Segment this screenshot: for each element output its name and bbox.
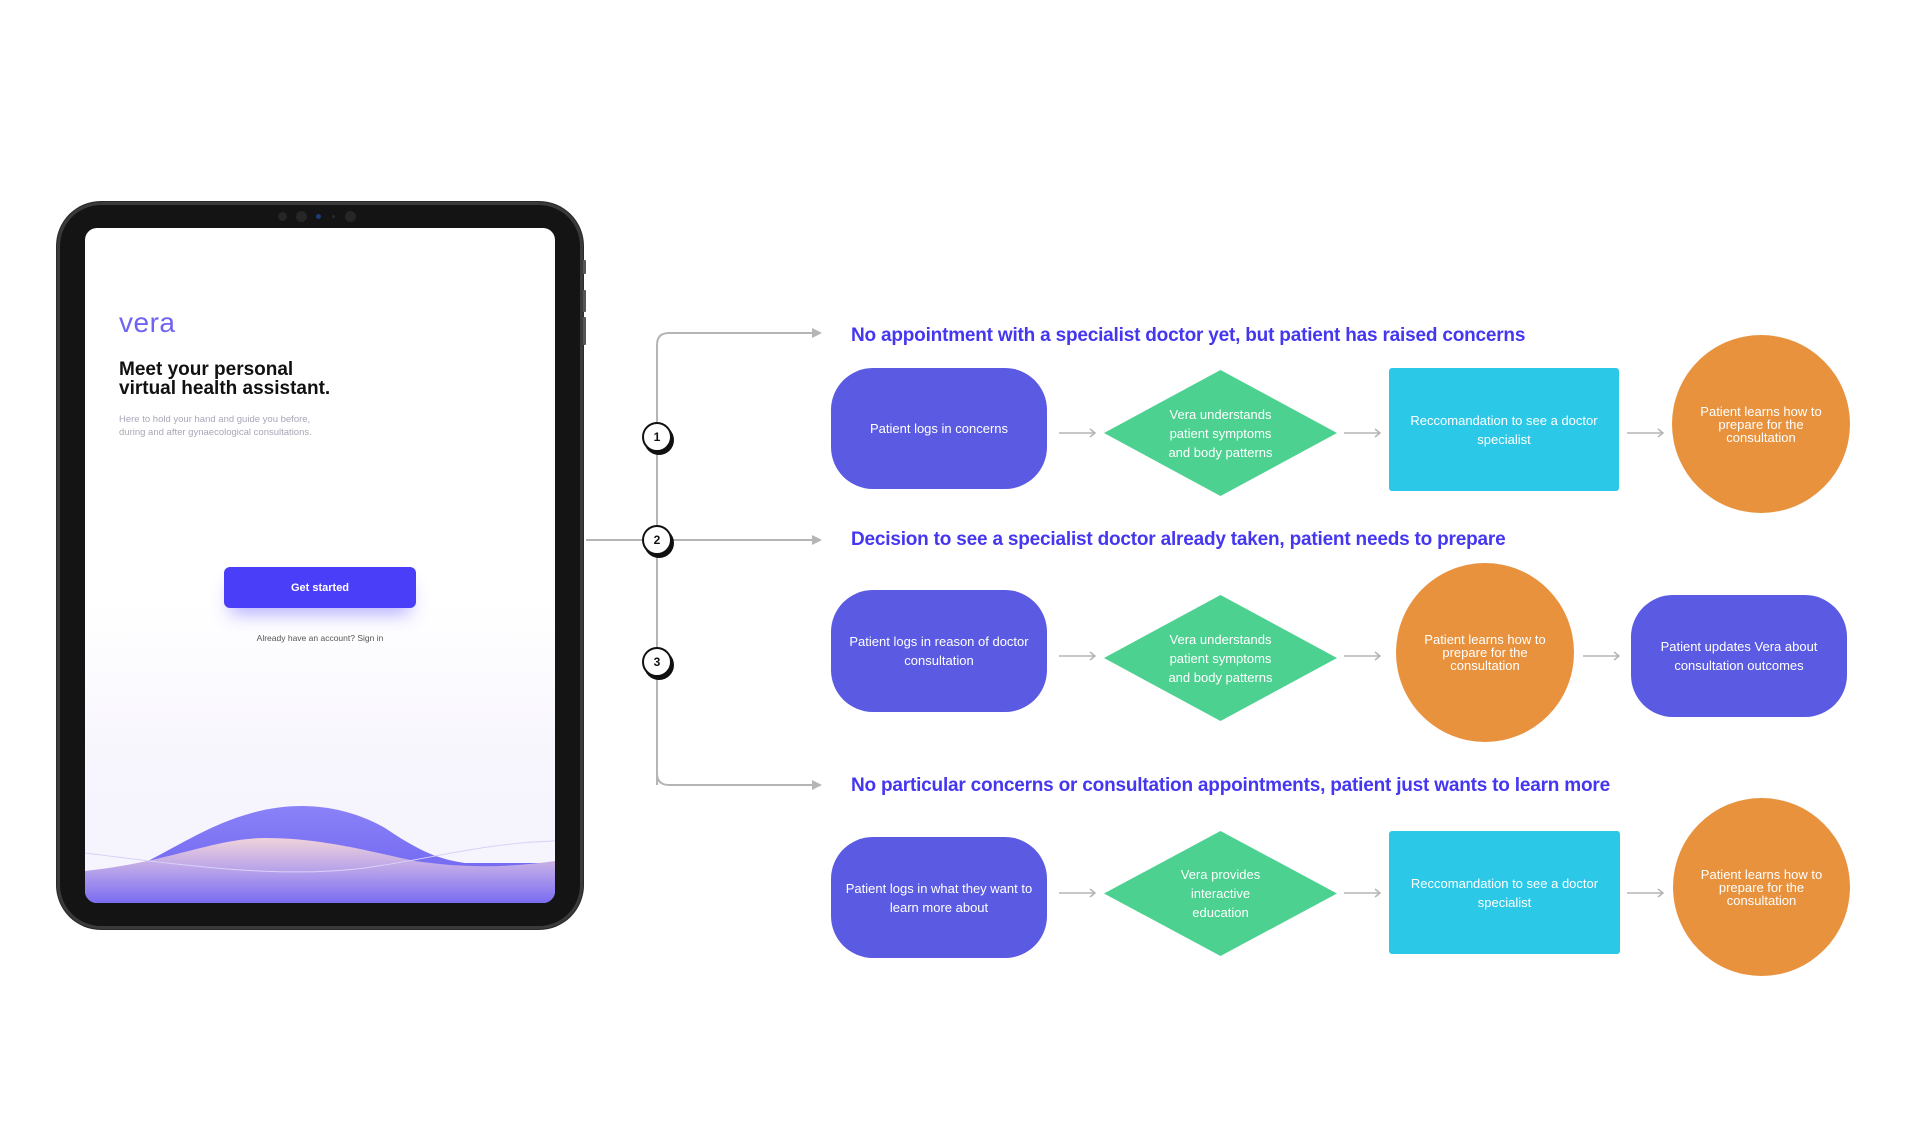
tablet-side-button [583, 290, 586, 312]
vera-logo: vera [119, 307, 176, 338]
flow-badge-2: 2 [642, 525, 672, 555]
headline-line: virtual health assistant. [119, 378, 331, 399]
tablet-side-button [583, 260, 586, 274]
arrow-right-icon [1627, 888, 1665, 898]
headline-line: Meet your personal [119, 359, 294, 380]
arrowhead-icon [812, 328, 822, 338]
flow-badge-3: 3 [642, 647, 672, 677]
branch-line-3 [656, 540, 812, 786]
flow-title-1: No appointment with a specialist doctor … [851, 325, 1526, 346]
camera-icon [345, 211, 356, 222]
subtext-line: Here to hold your hand and guide you bef… [119, 414, 311, 425]
decorative-wave [85, 806, 555, 903]
arrowhead-icon [812, 780, 822, 790]
arrow-right-icon [1627, 428, 1665, 438]
flow-title-3: No particular concerns or consultation a… [851, 775, 1610, 796]
flow-title-2: Decision to see a specialist doctor alre… [851, 529, 1506, 550]
tablet-side-button [583, 317, 586, 345]
flow3-step-prepare: Patient learns how to prepare for the co… [1673, 798, 1850, 976]
camera-icon [278, 212, 287, 221]
get-started-button[interactable]: Get started [224, 567, 416, 608]
arrowhead-icon [812, 535, 822, 545]
arrow-right-icon [1059, 888, 1097, 898]
flow2-step-update: Patient updates Vera about consultation … [1631, 595, 1847, 717]
flow1-step-understand: Vera understands patient symptoms and bo… [1104, 370, 1337, 496]
arrow-right-icon [1344, 428, 1382, 438]
camera-sensor-icon [316, 214, 321, 219]
flow2-step-prepare: Patient learns how to prepare for the co… [1396, 563, 1574, 742]
tablet-device: vera Meet your personal virtual health a… [57, 202, 586, 929]
diamond-label: Vera provides interactive education [1180, 867, 1261, 920]
diamond-label: Vera understands patient symptoms and bo… [1168, 406, 1273, 460]
flow2-step-understand: Vera understands patient symptoms and bo… [1104, 595, 1337, 721]
welcome-subtext: Here to hold your hand and guide you bef… [119, 413, 379, 439]
welcome-headline: Meet your personal virtual health assist… [119, 360, 330, 398]
arrow-right-icon [1344, 888, 1382, 898]
flow-badge-1: 1 [642, 422, 672, 452]
branch-line-1 [656, 332, 812, 785]
flow3-step-education: Vera provides interactive education [1104, 831, 1337, 956]
flow3-step-recommendation: Reccomandation to see a doctor specialis… [1389, 831, 1620, 954]
arrow-right-icon [1059, 651, 1097, 661]
subtext-line: during and after gynaecological consulta… [119, 427, 312, 438]
diamond-label: Vera understands patient symptoms and bo… [1168, 631, 1273, 685]
sign-in-link[interactable]: Already have an account? Sign in [85, 633, 555, 643]
flow2-step-login: Patient logs in reason of doctor consult… [831, 590, 1047, 712]
camera-icon [296, 211, 307, 222]
flow3-step-login: Patient logs in what they want to learn … [831, 837, 1047, 958]
flow1-step-recommendation: Reccomandation to see a doctor specialis… [1389, 368, 1619, 491]
arrow-right-icon [1583, 651, 1621, 661]
flow1-step-login: Patient logs in concerns [831, 368, 1047, 489]
flow1-step-prepare: Patient learns how to prepare for the co… [1672, 335, 1850, 513]
tablet-screen: vera Meet your personal virtual health a… [85, 228, 555, 903]
camera-sensor-icon [332, 215, 335, 218]
arrow-right-icon [1344, 651, 1382, 661]
arrow-right-icon [1059, 428, 1097, 438]
